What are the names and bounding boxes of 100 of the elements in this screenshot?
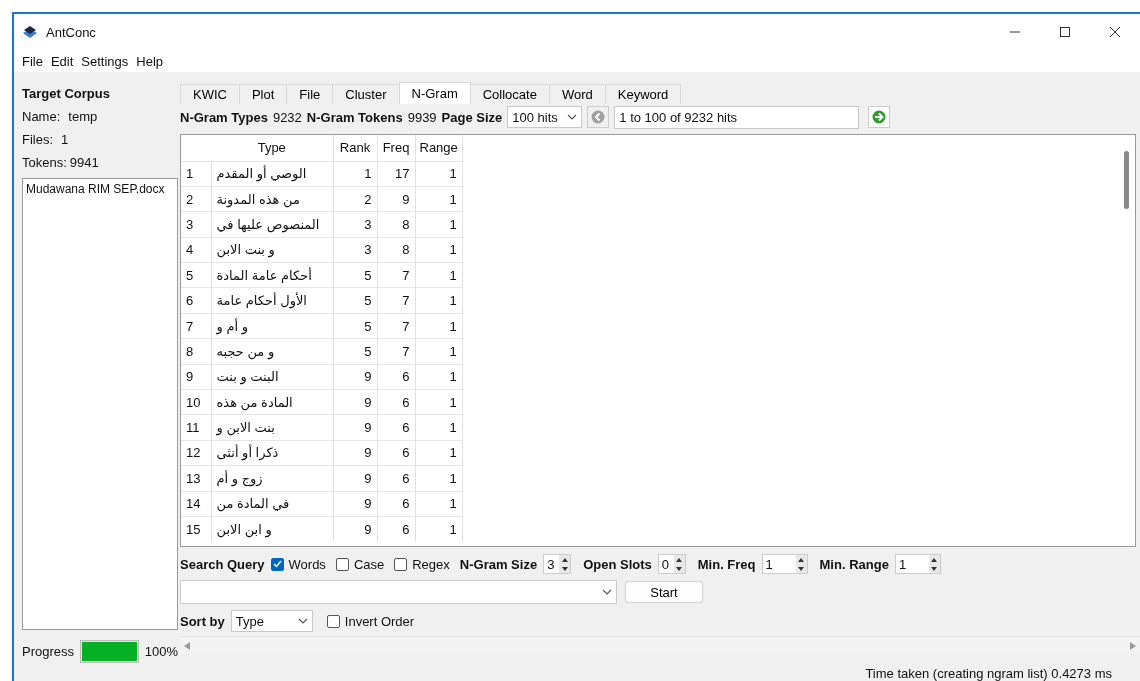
table-cell: 9	[333, 364, 377, 390]
next-button[interactable]	[868, 106, 891, 128]
table-cell: أحكام عامة المادة	[211, 262, 333, 288]
spinner-label: N-Gram Size	[459, 556, 538, 572]
types-count: 9232	[272, 109, 302, 125]
file-list-item[interactable]: Mudawana RIM SEP.docx	[26, 182, 174, 196]
page-size-select[interactable]: 100 hits	[507, 106, 583, 128]
table-cell: 1	[415, 516, 463, 542]
token-count: 9941	[69, 155, 99, 170]
corpus-name: temp	[68, 109, 98, 124]
previous-button[interactable]	[587, 106, 610, 128]
window-title: AntConc	[46, 24, 96, 40]
table-cell: 9	[333, 516, 377, 542]
table-cell: 1	[415, 440, 463, 466]
column-header[interactable]: Rank	[333, 135, 377, 161]
table-cell: 1	[415, 211, 463, 238]
caret-icon	[297, 618, 308, 624]
spinner-label: Min. Range	[819, 556, 889, 572]
column-header[interactable]: Range	[415, 135, 463, 161]
table-cell: 1	[415, 313, 463, 339]
table-cell: و بنت الابن	[211, 237, 333, 263]
progress-label: Progress	[22, 644, 75, 659]
table-cell: 1	[415, 186, 463, 212]
row-number: 11	[181, 414, 211, 441]
scrollbar-thumb[interactable]	[1124, 151, 1129, 209]
checkbox[interactable]	[270, 557, 284, 571]
row-number: 4	[181, 237, 211, 263]
caret-icon	[567, 114, 578, 120]
scroll-right-icon[interactable]	[1130, 641, 1136, 650]
table-cell: 9	[333, 465, 377, 492]
table-cell: 1	[415, 338, 463, 365]
search-field[interactable]	[180, 580, 617, 604]
menu-item[interactable]: Help	[132, 53, 168, 69]
column-header[interactable]: Freq	[377, 135, 415, 161]
page-size-label: Page Size	[441, 109, 503, 125]
table-cell: في المادة من	[211, 491, 333, 517]
table-cell: من هذه المدونة	[211, 186, 333, 212]
table-cell: 17	[377, 161, 415, 187]
row-number: 2	[181, 186, 211, 212]
checkbox-label: Case	[353, 556, 385, 572]
table-cell: البنت و بنت	[211, 364, 333, 390]
progress-reading: 100%	[144, 644, 178, 659]
menu-item[interactable]: Settings	[77, 53, 133, 69]
table-cell: 5	[333, 338, 377, 365]
checkbox[interactable]	[326, 614, 340, 628]
column-header[interactable]: Type	[211, 135, 333, 161]
table-cell: ذكرا أو أنثى	[211, 440, 333, 466]
table-cell: 7	[377, 338, 415, 365]
table-cell: 5	[333, 313, 377, 339]
row-number: 15	[181, 516, 211, 542]
table-cell: 1	[415, 389, 463, 415]
menu-item[interactable]: Edit	[46, 53, 78, 69]
table-cell: 7	[377, 313, 415, 339]
checkbox-label: Regex	[412, 556, 450, 572]
table-cell: 9	[333, 491, 377, 517]
checkbox[interactable]	[394, 557, 408, 571]
table-cell: المنصوص عليها في	[211, 211, 333, 238]
tab[interactable]: Keyword	[604, 84, 682, 104]
table-cell: 2	[333, 186, 377, 212]
maximize-icon[interactable]	[1060, 27, 1070, 37]
table-cell: 6	[377, 516, 415, 542]
row-number: 9	[181, 364, 211, 390]
close-icon[interactable]	[1110, 27, 1120, 37]
row-number: 12	[181, 440, 211, 466]
number-spinner[interactable]: 3	[543, 554, 572, 574]
number-spinner[interactable]: 1	[761, 554, 808, 574]
row-number: 10	[181, 389, 211, 415]
sort-select[interactable]: Type	[230, 610, 313, 632]
table-cell: زوج و أم	[211, 465, 333, 492]
table-cell: 1	[415, 364, 463, 390]
table-cell: 6	[377, 414, 415, 441]
number-spinner[interactable]: 0	[657, 554, 686, 574]
row-number: 1	[181, 161, 211, 187]
checkbox-label: Words	[288, 556, 326, 572]
start-button[interactable]: Start	[625, 581, 703, 603]
sort-by-label: Sort by	[180, 613, 225, 629]
status-text: Time taken (creating ngram list) 0.4273 ms	[864, 666, 1113, 681]
table-cell: 7	[377, 262, 415, 288]
scroll-left-icon[interactable]	[184, 641, 190, 650]
table-cell: 6	[377, 389, 415, 415]
corpus-heading: Target Corpus	[22, 86, 110, 101]
row-number: 14	[181, 491, 211, 517]
row-number: 5	[181, 262, 211, 288]
table-cell: 6	[377, 364, 415, 390]
number-spinner[interactable]: 1	[894, 554, 941, 574]
tokens-label: N-Gram Tokens	[306, 109, 403, 125]
checkbox[interactable]	[335, 557, 349, 571]
table-cell: 6	[377, 465, 415, 492]
table-cell: 5	[333, 287, 377, 314]
table-cell: 3	[333, 237, 377, 263]
table-cell: الأول أحكام عامة	[211, 287, 333, 314]
table-cell: 1	[415, 414, 463, 441]
table-cell: 7	[377, 287, 415, 314]
menu-item[interactable]: File	[18, 53, 47, 69]
hits-field: 1 to 100 of 9232 hits	[614, 105, 860, 129]
checkbox-label: Invert Order	[344, 613, 415, 629]
tab[interactable]: N-Gram	[398, 82, 471, 104]
file-count: 1	[61, 132, 69, 147]
table-cell: بنت الابن و	[211, 414, 333, 441]
tab[interactable]: KWIC	[180, 84, 240, 104]
